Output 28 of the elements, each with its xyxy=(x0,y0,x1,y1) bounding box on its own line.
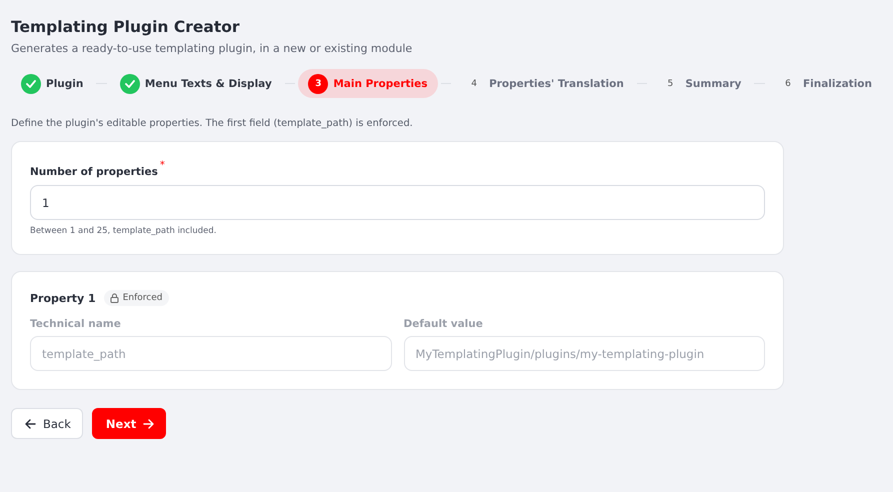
field-label: Technical name xyxy=(30,318,122,330)
enforced-badge: Enforced xyxy=(104,290,168,306)
property-title: Property 1 xyxy=(30,292,96,304)
number-field[interactable]: 1 xyxy=(30,185,765,220)
intro-text: Define the plugin's editable properties. The first field (template_path) is enforced. xyxy=(11,118,414,129)
step-number: 6 xyxy=(784,78,792,88)
field-hint: Between 1 and 25, template_path included. xyxy=(30,226,218,236)
field-label: Number of properties xyxy=(30,166,158,178)
wizard-step[interactable]: 5 Summary xyxy=(650,69,752,98)
lock-icon xyxy=(110,293,119,303)
required-mark: * xyxy=(160,160,165,171)
next-button[interactable]: Next xyxy=(92,408,166,439)
wizard-step[interactable]: 4 Properties' Translation xyxy=(454,69,634,98)
page-subtitle: Generates a ready-to-use templating plugin, in a new or existing module xyxy=(11,42,414,55)
arrow-right-icon xyxy=(143,418,154,428)
wizard-step[interactable]: Menu Texts & Display xyxy=(110,69,282,98)
page-title: Templating Plugin Creator xyxy=(11,17,241,36)
back-button[interactable]: Back xyxy=(11,408,83,439)
check-icon xyxy=(124,80,135,88)
wizard-step[interactable]: 3 Main Properties xyxy=(298,69,438,98)
step-number: 5 xyxy=(666,78,674,88)
arrow-left-icon xyxy=(25,418,36,428)
step-number: 4 xyxy=(470,78,478,88)
check-icon xyxy=(26,80,36,88)
step-number: 3 xyxy=(308,74,328,94)
wizard-step[interactable]: 6 Finalization xyxy=(768,69,882,98)
field-label: Default value xyxy=(404,318,484,330)
wizard-step[interactable]: Plugin xyxy=(11,69,94,98)
